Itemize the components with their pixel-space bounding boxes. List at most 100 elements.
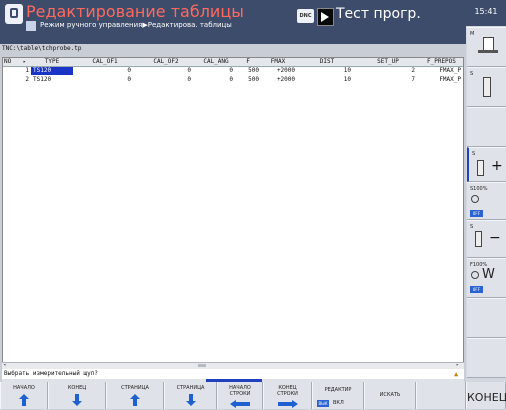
cell-cal-of1[interactable]: 0 xyxy=(73,76,131,84)
m-label: M xyxy=(470,31,475,37)
softkey-m-function[interactable]: M xyxy=(467,27,506,67)
cell-cal-ang[interactable]: 0 xyxy=(195,67,233,75)
softkey-label-2: СТРОКИ xyxy=(229,391,251,397)
tool-probe-table[interactable]: NO ▸ TYPE CAL_OF1 CAL_OF2 CAL_ANG F FMAX… xyxy=(2,57,464,365)
cell-no: 1 xyxy=(25,67,29,74)
table-row[interactable]: 2 TS120 0 0 0 500 +2000 10 7 FMAX_P xyxy=(3,76,463,84)
softkey-label-2: СТРОКИ xyxy=(277,391,298,397)
table-header: NO ▸ TYPE CAL_OF1 CAL_OF2 CAL_ANG F FMAX… xyxy=(3,58,463,67)
softkey-label: НАЧАЛО xyxy=(13,385,35,391)
cell-cal-of2[interactable]: 0 xyxy=(137,76,191,84)
softkey-spindle-plus[interactable]: S + xyxy=(467,147,506,182)
table-row[interactable]: 1 TS120 0 0 0 500 +2000 10 2 FMAX_P xyxy=(3,67,463,75)
spindle-icon xyxy=(477,160,484,176)
spindle-off-badge: OFF xyxy=(470,210,483,217)
column-header[interactable]: SET_UP xyxy=(357,58,419,66)
dnc-icon: DNC xyxy=(297,9,314,23)
column-header[interactable]: DIST xyxy=(297,58,357,66)
spindle-icon xyxy=(483,77,491,97)
dialog-prompt: Выбрать измерительный щуп? xyxy=(2,369,464,379)
program-test-icon xyxy=(317,8,334,26)
minus-icon: − xyxy=(489,230,501,246)
heidenhain-logo-icon xyxy=(5,4,23,24)
spindle-minus-label: S xyxy=(470,224,474,230)
cell-f[interactable]: 500 xyxy=(237,67,259,75)
arrow-right-icon xyxy=(277,398,298,410)
softkey-end[interactable]: КОНЕЦ xyxy=(48,382,106,409)
feed-off-badge: OFF xyxy=(470,286,483,293)
plus-icon: + xyxy=(491,158,503,174)
arrow-down-icon xyxy=(70,394,84,406)
cell-set-up[interactable]: 2 xyxy=(357,67,415,75)
arrow-up-icon xyxy=(128,394,142,406)
softkey-find[interactable]: ИСКАТЬ xyxy=(364,382,416,409)
spindle-override-label: S100% xyxy=(470,186,488,192)
softkey-spindle-override[interactable]: S100% OFF xyxy=(467,182,506,220)
softkey-line-begin[interactable]: НАЧАЛО СТРОКИ xyxy=(217,382,263,409)
edit-on-label: ВКЛ xyxy=(333,400,344,406)
scroll-right-icon[interactable]: ▸ xyxy=(456,362,459,368)
softkey-feed-override[interactable]: F100% W OFF xyxy=(467,258,506,298)
warning-icon: ▲ xyxy=(454,370,459,378)
softkey-page-down[interactable]: СТРАНИЦА xyxy=(164,382,217,409)
softkey-edit-toggle[interactable]: РЕДАКТИР ВЫК ВКЛ xyxy=(312,382,364,409)
column-header[interactable]: TYPE xyxy=(31,58,73,66)
softkey-page-up[interactable]: СТРАНИЦА xyxy=(106,382,164,409)
column-header[interactable]: CAL_OF1 xyxy=(73,58,137,66)
softkey-label: СТРАНИЦА xyxy=(121,385,149,391)
softkey-empty-3[interactable] xyxy=(467,338,506,378)
cell-cal-of2[interactable]: 0 xyxy=(137,67,191,75)
cell-no: 2 xyxy=(25,76,29,83)
softkey-line-end[interactable]: КОНЕЦ СТРОКИ xyxy=(263,382,312,409)
softkey-begin[interactable]: НАЧАЛО xyxy=(0,382,48,409)
column-header[interactable]: F xyxy=(237,58,259,66)
feed-wave-icon: W xyxy=(482,267,495,282)
column-header[interactable]: CAL_OF2 xyxy=(137,58,195,66)
file-path: TNC:\table\tchprobe.tp xyxy=(2,45,82,52)
softkey-exit[interactable]: КОНЕЦ xyxy=(466,382,506,409)
cell-fmax[interactable]: +2000 xyxy=(259,76,295,84)
cell-fmax[interactable]: +2000 xyxy=(259,67,295,75)
clock: 15:41 xyxy=(466,0,506,26)
softkey-label: КОНЕЦ xyxy=(67,385,87,391)
cell-type-selected[interactable]: TS120 xyxy=(31,67,73,75)
edit-off-badge: ВЫК xyxy=(317,400,329,407)
dial-icon xyxy=(471,195,479,203)
sort-indicator-icon: ▸ xyxy=(23,59,27,65)
softkey-empty-1[interactable] xyxy=(467,107,506,147)
scrollbar-thumb[interactable] xyxy=(198,364,206,367)
softkey-spindle-minus[interactable]: S − xyxy=(467,220,506,258)
softkey-empty-4[interactable] xyxy=(416,382,466,409)
horizontal-scrollbar[interactable]: ◂ ▸ xyxy=(2,362,464,369)
cell-dist[interactable]: 10 xyxy=(297,76,351,84)
softkey-empty-2[interactable] xyxy=(467,298,506,338)
manual-mode-icon xyxy=(26,21,36,31)
cell-f-prepos[interactable]: FMAX_P xyxy=(419,76,461,84)
arrow-up-icon xyxy=(17,394,31,406)
cell-set-up[interactable]: 7 xyxy=(357,76,415,84)
arrow-down-icon xyxy=(184,394,198,406)
cell-f[interactable]: 500 xyxy=(237,76,259,84)
column-header[interactable]: FMAX xyxy=(259,58,297,66)
mode-label: Тест прогр. xyxy=(336,6,421,22)
softkey-label: КОНЕЦ xyxy=(467,391,506,404)
softkey-label: РЕДАКТИР xyxy=(324,387,352,393)
cell-f-prepos[interactable]: FMAX_P xyxy=(419,67,461,75)
scroll-left-icon[interactable]: ◂ xyxy=(3,362,6,368)
cell-type[interactable]: TS120 xyxy=(31,76,73,84)
m-base-icon xyxy=(478,50,498,53)
cell-cal-of1[interactable]: 0 xyxy=(73,67,131,75)
softkey-label: СТРАНИЦА xyxy=(176,385,205,391)
spindle-plus-label: S xyxy=(472,151,476,157)
s-label: S xyxy=(470,71,474,77)
softkey-s-function[interactable]: S xyxy=(467,67,506,107)
cell-dist[interactable]: 10 xyxy=(297,67,351,75)
column-header[interactable]: NO xyxy=(4,58,24,66)
column-header[interactable]: F_PREPOS xyxy=(427,58,463,66)
arrow-left-icon xyxy=(230,398,250,410)
column-header[interactable]: CAL_ANG xyxy=(195,58,237,66)
softkey-label: ИСКАТЬ xyxy=(379,392,401,398)
cell-cal-ang[interactable]: 0 xyxy=(195,76,233,84)
breadcrumb: Режим ручного управления▶Редактирова. та… xyxy=(40,21,232,29)
dial-icon xyxy=(471,271,479,279)
